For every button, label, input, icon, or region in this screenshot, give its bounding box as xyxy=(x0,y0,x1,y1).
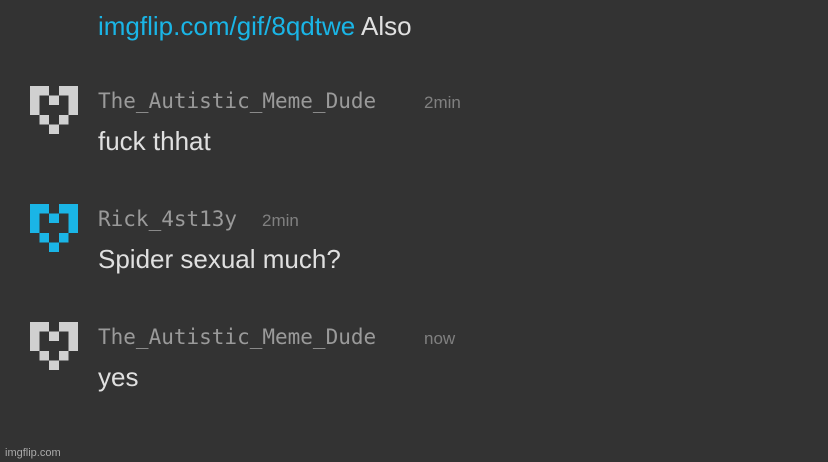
pixel-heart-icon xyxy=(30,86,78,134)
comment: The_Autistic_Meme_Dude 2min fuck thhat xyxy=(0,86,828,186)
user-avatar[interactable] xyxy=(28,86,80,138)
user-avatar[interactable] xyxy=(28,204,80,256)
comment-username[interactable]: The_Autistic_Meme_Dude xyxy=(98,324,376,350)
previous-comment-trailing-text: Also xyxy=(355,11,412,41)
comment-text: fuck thhat xyxy=(98,126,211,156)
comment: The_Autistic_Meme_Dude now yes xyxy=(0,322,828,422)
comment: Rick_4st13y 2min Spider sexual much? xyxy=(0,204,828,304)
comment-username[interactable]: The_Autistic_Meme_Dude xyxy=(98,88,376,114)
comment-timestamp: 2min xyxy=(262,211,299,230)
imgflip-watermark: imgflip.com xyxy=(5,447,61,459)
comment-text: Spider sexual much? xyxy=(98,244,341,274)
pixel-heart-icon xyxy=(30,204,78,252)
comment-username[interactable]: Rick_4st13y xyxy=(98,206,237,232)
user-avatar[interactable] xyxy=(28,322,80,374)
comment-timestamp: now xyxy=(424,329,456,348)
pixel-heart-icon xyxy=(30,322,78,370)
gif-link[interactable]: imgflip.com/gif/8qdtwe xyxy=(98,11,355,41)
comment-timestamp: 2min xyxy=(424,93,461,112)
previous-comment-text: imgflip.com/gif/8qdtwe Also xyxy=(98,10,412,42)
comment-text: yes xyxy=(98,362,139,392)
